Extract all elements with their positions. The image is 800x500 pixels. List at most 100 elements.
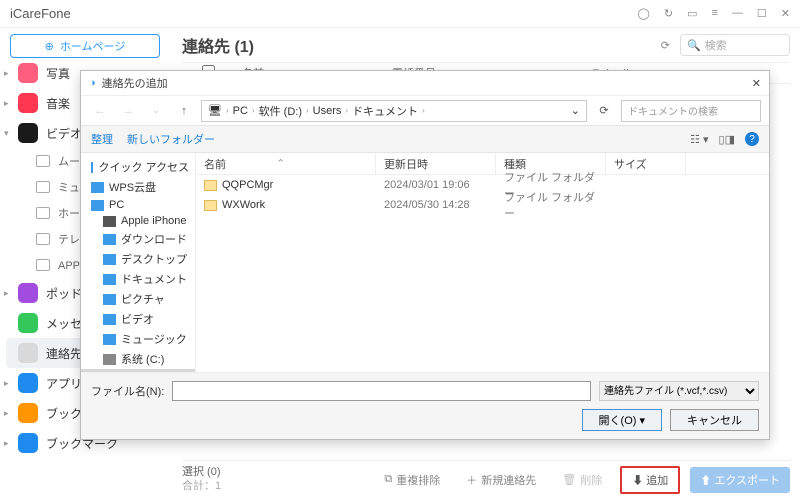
tree-node[interactable]: クイック アクセス [81, 157, 195, 177]
maximize-icon[interactable]: ☐ [757, 7, 767, 20]
file-open-dialog: ◑ 連絡先の追加 ✕ ← → ⌄ ↑ 🖥›PC›软件 (D:)›Users›ドキュ… [80, 70, 770, 440]
download-icon: ⬇ [632, 475, 643, 487]
pc-icon: 🖥 [208, 104, 222, 117]
view-options-icon[interactable]: ☷ ▾ [690, 133, 708, 146]
homepage-button[interactable]: ⊕ ホームページ [10, 34, 160, 58]
selection-status: 選択 (0) 合計：1 [182, 466, 221, 492]
path-segment[interactable]: Users [313, 105, 342, 117]
new-folder-button[interactable]: 新しいフォルダー [127, 131, 215, 147]
organize-button[interactable]: 整理 [91, 131, 113, 147]
path-dropdown-icon[interactable]: ⌄ [571, 104, 580, 117]
open-button[interactable]: 開く(O) ▾ [582, 409, 662, 431]
chevron-icon: ▸ [4, 378, 9, 389]
dialog-close-icon[interactable]: ✕ [752, 77, 761, 90]
chevron-icon: ▾ [4, 128, 9, 139]
folder-icon [204, 200, 217, 211]
category-icon [18, 433, 38, 453]
file-row[interactable]: QQPCMgr2024/03/01 19:06ファイル フォルダー [196, 175, 769, 195]
document-icon[interactable]: ▭ [687, 7, 697, 20]
category-icon [18, 63, 38, 83]
search-icon: 🔍 [687, 39, 701, 52]
export-button[interactable]: ⬆ エクスポート [690, 467, 790, 493]
account-icon[interactable]: ◯ [638, 7, 650, 20]
tree-node[interactable]: ミュージック [81, 329, 195, 349]
preview-pane-icon[interactable]: ▯◨ [719, 133, 735, 146]
doc-icon [103, 274, 116, 285]
search-input[interactable]: 🔍 検索 [680, 34, 790, 56]
add-button[interactable]: ⬇ 追加 [620, 466, 680, 494]
path-segment[interactable]: 软件 (D:) [259, 103, 302, 119]
path-breadcrumb[interactable]: 🖥›PC›软件 (D:)›Users›ドキュメント›⌄ [201, 100, 587, 122]
close-icon[interactable]: ✕ [781, 7, 790, 20]
sidebar-item-label: アプリ [46, 375, 82, 392]
star-icon [91, 162, 93, 173]
category-icon [18, 403, 38, 423]
folder-tree: クイック アクセスWPS云盘PCApple iPhoneダウンロードデスクトップ… [81, 153, 196, 372]
new-contact-button[interactable]: ＋新規連絡先 [458, 468, 544, 492]
tree-node[interactable]: デスクトップ [81, 249, 195, 269]
minimize-icon[interactable]: — [732, 7, 743, 20]
cancel-button[interactable]: キャンセル [670, 409, 759, 431]
sidebar-item-label: ビデオ [46, 125, 82, 142]
subitem-icon [36, 259, 50, 271]
category-icon [18, 93, 38, 113]
sidebar-item-label: ブック [46, 405, 82, 422]
pc-icon [91, 200, 104, 211]
dialog-icon: ◑ [89, 77, 96, 89]
subitem-icon [36, 155, 50, 167]
list-col-date[interactable]: 更新日時 [376, 153, 496, 174]
chevron-icon: ▸ [4, 408, 9, 419]
category-icon [18, 283, 38, 303]
subitem-icon [36, 233, 50, 245]
filetype-select[interactable]: 連絡先ファイル (*.vcf,*.csv) [599, 381, 759, 401]
dedupe-button[interactable]: ⧉重複排除 [376, 468, 448, 492]
file-row[interactable]: WXWork2024/05/30 14:28ファイル フォルダー [196, 195, 769, 215]
sidebar-item-label: 音楽 [46, 95, 70, 112]
tree-node[interactable]: WPS云盘 [81, 177, 195, 197]
path-segment[interactable]: ドキュメント [352, 103, 418, 119]
tree-node[interactable]: ダウンロード [81, 229, 195, 249]
upload-icon: ⬆ [700, 475, 711, 487]
dialog-title: 連絡先の追加 [102, 75, 168, 91]
sidebar-item-label: 写真 [46, 65, 70, 82]
menu-icon[interactable]: ≡ [711, 7, 717, 20]
nav-up-icon[interactable]: ↑ [173, 100, 195, 122]
filename-input[interactable] [172, 381, 591, 401]
page-title: 連絡先 (1) [182, 33, 651, 57]
tree-node[interactable]: 系统 (C:) [81, 349, 195, 369]
nav-forward-icon: → [117, 100, 139, 122]
tree-node[interactable]: ドキュメント [81, 269, 195, 289]
category-icon [18, 313, 38, 333]
list-col-size[interactable]: サイズ [606, 153, 686, 174]
desk-icon [103, 254, 116, 265]
folder-icon [204, 180, 217, 191]
tree-node[interactable]: ピクチャ [81, 289, 195, 309]
file-list: 名前⌃ 更新日時 種類 サイズ QQPCMgr2024/03/01 19:06フ… [196, 153, 769, 372]
tree-node[interactable]: Apple iPhone [81, 213, 195, 229]
down-icon [103, 234, 116, 245]
subitem-icon [36, 181, 50, 193]
dialog-search-input[interactable]: ドキュメントの検索 [621, 100, 761, 122]
drive-icon [103, 354, 116, 365]
path-segment[interactable]: PC [233, 105, 248, 117]
category-icon [18, 343, 38, 363]
tree-node[interactable]: ビデオ [81, 309, 195, 329]
chevron-icon: ▸ [4, 288, 9, 299]
nav-back-icon[interactable]: ← [89, 100, 111, 122]
nav-refresh-icon[interactable]: ⟳ [593, 100, 615, 122]
category-icon [18, 123, 38, 143]
refresh-icon[interactable]: ⟳ [661, 39, 670, 52]
chevron-icon: ▸ [4, 98, 9, 109]
help-icon[interactable]: ? [745, 132, 759, 146]
trash-icon: 🗑 [562, 473, 576, 486]
delete-button[interactable]: 🗑削除 [554, 468, 610, 492]
nav-chevron-down-icon[interactable]: ⌄ [145, 100, 167, 122]
tree-node[interactable]: PC [81, 197, 195, 213]
history-icon[interactable]: ↻ [664, 7, 673, 20]
homepage-label: ホームページ [60, 38, 125, 54]
chevron-icon: ▸ [4, 438, 9, 449]
filename-label: ファイル名(N): [91, 383, 164, 399]
list-col-name[interactable]: 名前⌃ [196, 153, 376, 174]
cloud-icon [91, 182, 104, 193]
dedupe-icon: ⧉ [384, 473, 392, 486]
